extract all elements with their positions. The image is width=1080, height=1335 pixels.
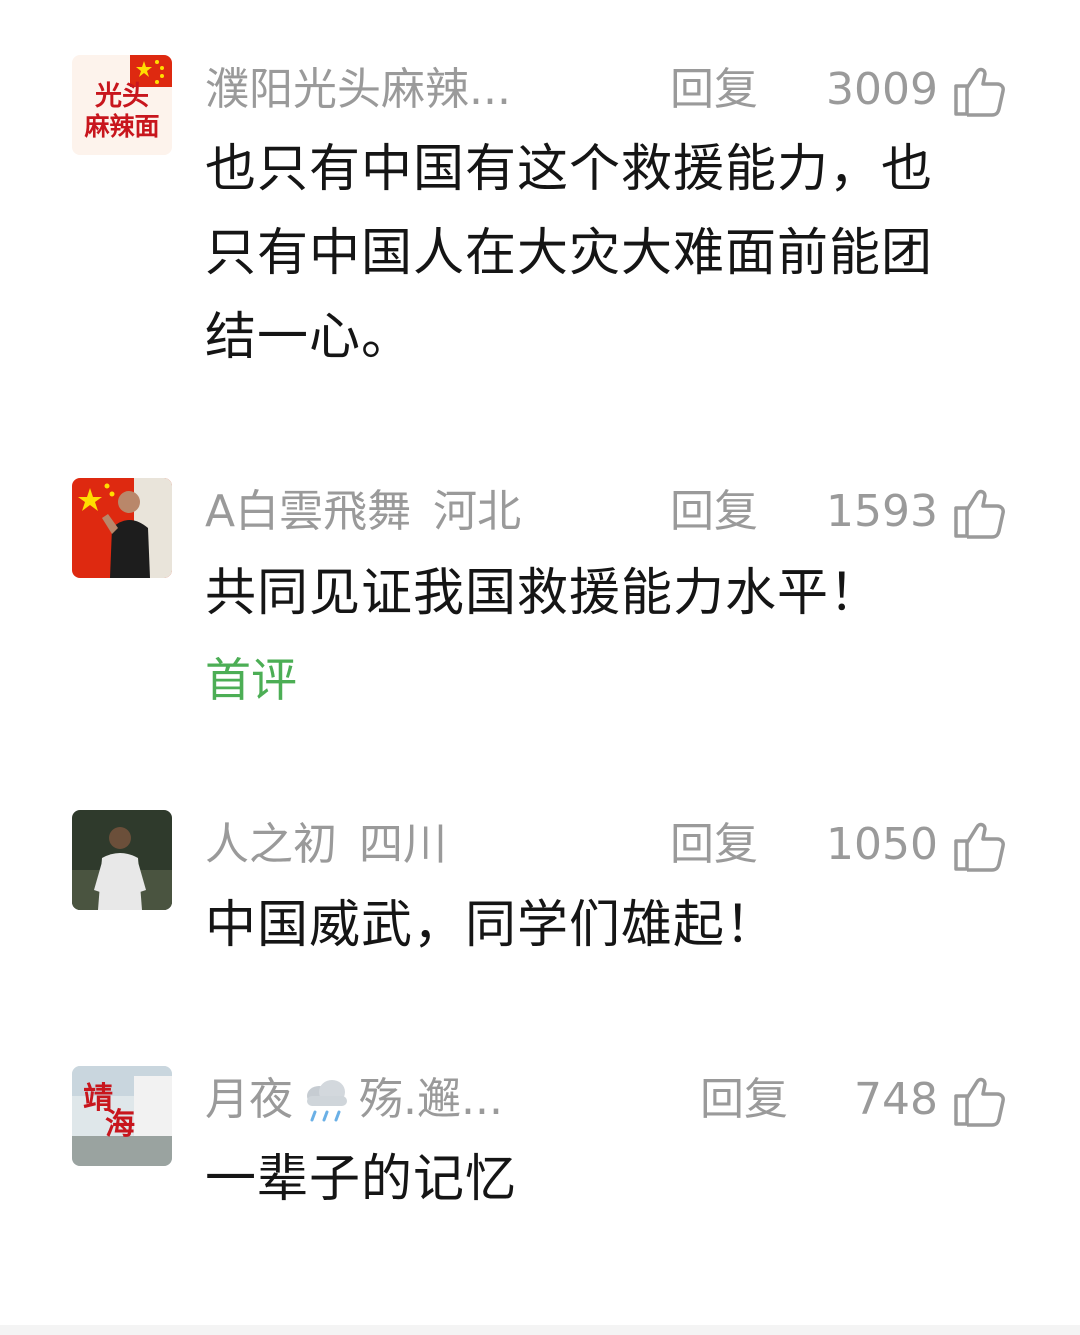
reply-button[interactable]: 回复 — [700, 1070, 788, 1130]
avatar-image: 光头 麻辣面 — [72, 55, 172, 155]
thumbs-up-icon — [954, 822, 1005, 872]
first-comment-badge: 首评 — [205, 653, 297, 707]
thumbs-up-icon — [954, 67, 1005, 117]
avatar-image — [72, 478, 172, 578]
like-button[interactable] — [952, 62, 1008, 118]
like-count: 3009 — [826, 64, 938, 115]
username-text: 月夜 — [205, 1074, 293, 1125]
like-count: 1593 — [826, 486, 938, 537]
comment-text: 一辈子的记忆 — [205, 1138, 995, 1222]
comment-text-line: 只有中国人在大灾大难面前能团 — [205, 224, 934, 283]
username[interactable]: 人之初 四川 — [205, 815, 447, 875]
comment-text-line: 一辈子的记忆 — [205, 1150, 518, 1209]
comment-text: 中国威武，同学们雄起！ — [205, 884, 995, 968]
like-button[interactable] — [952, 1072, 1008, 1128]
avatar[interactable]: 光头 麻辣面 — [72, 55, 172, 155]
thumbs-up-icon — [954, 489, 1005, 539]
comment-header: 人之初 四川 回复 1050 — [205, 815, 1008, 875]
avatar-image: 靖 海 — [72, 1066, 172, 1166]
reply-button[interactable]: 回复 — [670, 815, 758, 875]
username-text: 人之初 — [205, 819, 337, 870]
comment-text-line: 也只有中国有这个救援能力，也 — [205, 140, 934, 199]
avatar[interactable] — [72, 478, 172, 578]
like-button[interactable] — [952, 817, 1008, 873]
comment-text: 也只有中国有这个救援能力，也 只有中国人在大灾大难面前能团 结一心。 — [205, 128, 995, 380]
username[interactable]: 月夜 殇.邂... — [205, 1070, 503, 1130]
comment-text-line: 结一心。 — [205, 308, 414, 367]
thumbs-up-icon — [954, 1077, 1005, 1127]
username[interactable]: A白雲飛舞 河北 — [205, 482, 521, 542]
like-button[interactable] — [952, 484, 1008, 540]
username-text: 殇.邂... — [359, 1074, 503, 1125]
comment-text-line: 中国威武，同学们雄起！ — [205, 896, 778, 955]
avatar-text-line-2: 麻辣面 — [83, 112, 159, 141]
user-region: 四川 — [359, 819, 447, 870]
comment-header: 月夜 殇.邂... 回复 748 — [205, 1070, 1008, 1130]
username-text: 濮阳光头麻辣... — [205, 64, 511, 115]
avatar[interactable] — [72, 810, 172, 910]
username[interactable]: 濮阳光头麻辣... — [205, 60, 511, 120]
reply-button[interactable]: 回复 — [670, 482, 758, 542]
bottom-divider — [0, 1325, 1080, 1335]
like-count: 748 — [854, 1074, 938, 1125]
comment-text: 共同见证我国救援能力水平！ — [205, 552, 995, 636]
user-region: 河北 — [433, 486, 522, 537]
comment-header: 濮阳光头麻辣... 回复 3009 — [205, 60, 1008, 120]
avatar-text-line-1: 光头 — [94, 81, 149, 112]
rain-cloud-icon — [307, 1080, 347, 1122]
avatar-text-line-2: 海 — [105, 1107, 135, 1142]
comment-header: A白雲飛舞 河北 回复 1593 — [205, 482, 1008, 542]
avatar[interactable]: 靖 海 — [72, 1066, 172, 1166]
comment-text-line: 共同见证我国救援能力水平！ — [205, 564, 882, 623]
avatar-image — [72, 810, 172, 910]
username-text: A白雲飛舞 — [205, 486, 412, 537]
like-count: 1050 — [826, 819, 938, 870]
reply-button[interactable]: 回复 — [670, 60, 758, 120]
